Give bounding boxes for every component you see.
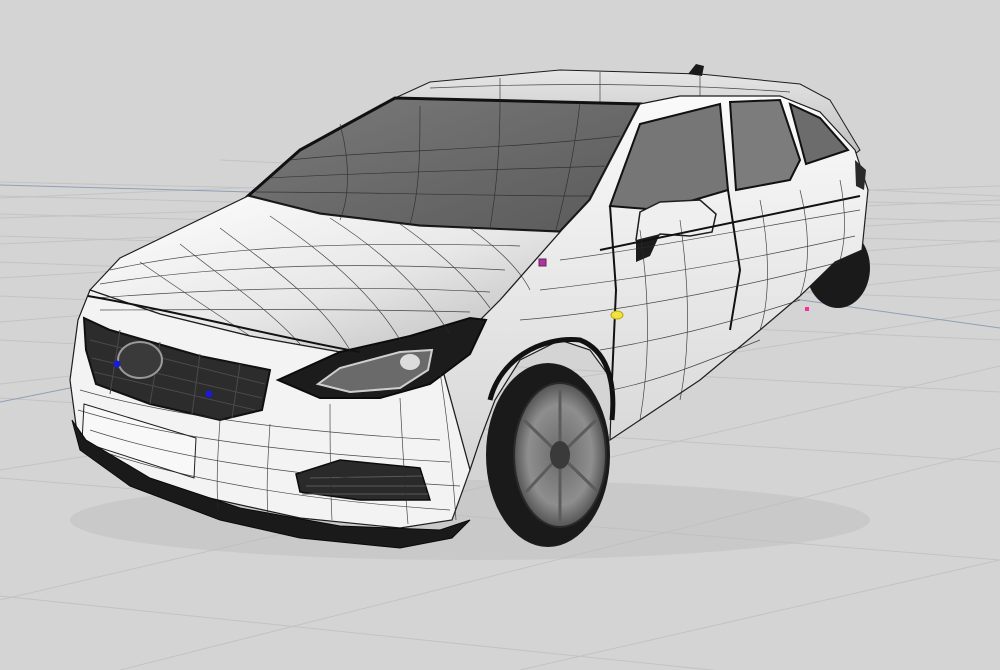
vertex-marker-pink[interactable] [805,307,809,311]
vertex-marker-yellow[interactable] [610,310,624,320]
vertex-marker-magenta[interactable] [538,258,547,267]
3d-viewport[interactable] [0,0,1000,670]
front-wheel [486,363,610,547]
car-logo [117,341,163,379]
vertex-marker-blue-1[interactable] [113,360,121,368]
headlight-projector [400,354,420,370]
vertex-marker-blue-2[interactable] [205,390,213,398]
